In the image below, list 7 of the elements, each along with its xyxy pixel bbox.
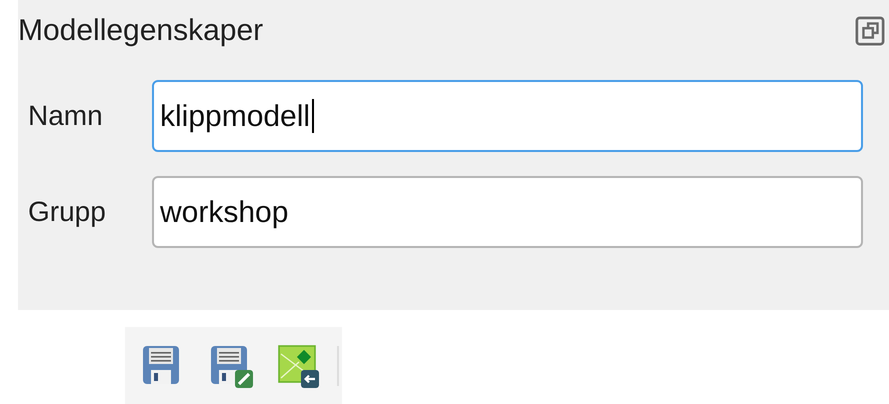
- field-label: Namn: [27, 99, 104, 133]
- text-field[interactable]: workshop: [152, 176, 863, 248]
- text-cursor: [312, 99, 314, 133]
- field-label: Grupp: [27, 195, 107, 229]
- undock-icon[interactable]: [855, 16, 885, 46]
- panel-title: Modellegenskaper: [18, 16, 264, 46]
- text-field[interactable]: klippmodell: [152, 80, 863, 152]
